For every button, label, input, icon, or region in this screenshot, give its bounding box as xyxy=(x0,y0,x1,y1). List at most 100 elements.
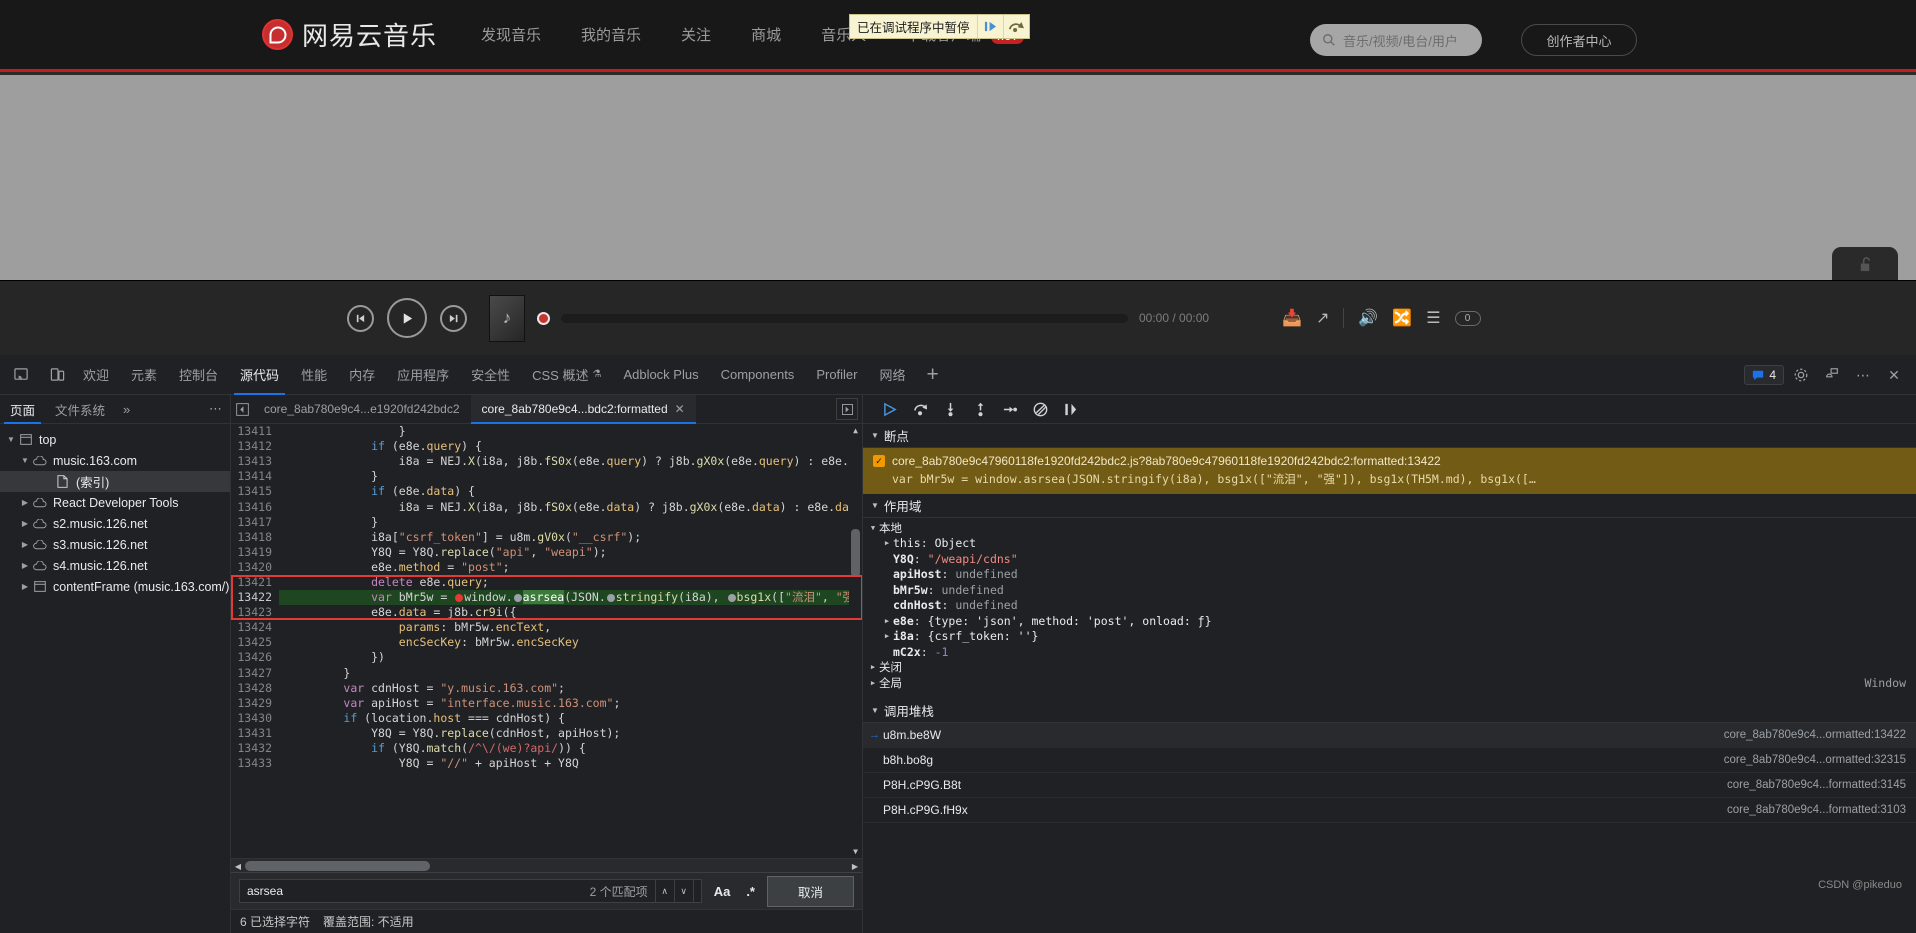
code-editor[interactable]: 13411 } 13412 if (e8e.query) { 13413 i8a… xyxy=(231,424,862,858)
expand-icon[interactable]: ▶ xyxy=(867,663,879,671)
close-tab-icon[interactable]: ✕ xyxy=(675,402,685,416)
line-number[interactable]: 13428 xyxy=(231,680,279,696)
twisty-icon[interactable]: ▼ xyxy=(5,435,17,444)
tab-elements[interactable]: 元素 xyxy=(120,355,168,395)
tab-console[interactable]: 控制台 xyxy=(168,355,229,395)
line-number[interactable]: 13430 xyxy=(231,710,279,726)
tab-memory[interactable]: 内存 xyxy=(338,355,386,395)
deactivate-breakpoints-button[interactable] xyxy=(1027,396,1053,422)
navigator-more-icon[interactable]: ⋯ xyxy=(201,401,230,417)
creator-center-button[interactable]: 创作者中心 xyxy=(1521,24,1637,56)
tab-scroll-left-icon[interactable] xyxy=(231,395,253,424)
more-tabs-icon[interactable] xyxy=(836,398,858,420)
line-number[interactable]: 13424 xyxy=(231,620,279,636)
share-icon[interactable]: ↗ xyxy=(1316,308,1329,328)
expand-icon[interactable]: ▶ xyxy=(881,617,893,625)
scope-row[interactable]: Y8Q: "/weapi/cdns" xyxy=(863,551,1916,567)
find-previous-icon[interactable]: ∧ xyxy=(656,879,675,903)
tree-node-s3[interactable]: ▶ s3.music.126.net xyxy=(0,534,230,555)
line-number[interactable]: 13411 xyxy=(231,424,279,440)
step-button[interactable] xyxy=(997,396,1023,422)
device-toolbar-icon[interactable] xyxy=(42,360,72,390)
tab-css-overview[interactable]: CSS 概述 ⚗ xyxy=(521,355,612,395)
play-button[interactable] xyxy=(387,298,427,338)
line-number[interactable]: 13427 xyxy=(231,665,279,681)
tab-profiler[interactable]: Profiler xyxy=(805,355,868,395)
navigator-overflow-icon[interactable]: » xyxy=(115,402,138,417)
settings-gear-icon[interactable] xyxy=(1787,361,1815,389)
scope-group-local[interactable]: ▼ 本地 xyxy=(863,520,1916,536)
callstack-frame[interactable]: P8H.cP9G.B8t core_8ab780e9c4...formatted… xyxy=(863,773,1916,798)
scope-row[interactable]: ▶ e8e: {type: 'json', method: 'post', on… xyxy=(863,613,1916,629)
line-number[interactable]: 13412 xyxy=(231,439,279,455)
scroll-right-icon[interactable]: ▶ xyxy=(848,859,862,873)
editor-horizontal-scrollbar[interactable]: ◀ ▶ xyxy=(231,858,862,872)
line-number[interactable]: 13417 xyxy=(231,514,279,530)
scope-row[interactable]: mC2x: -1 xyxy=(863,644,1916,660)
callstack-frame[interactable]: b8h.bo8g core_8ab780e9c4...ormatted:3231… xyxy=(863,748,1916,773)
twisty-icon[interactable]: ▶ xyxy=(19,519,31,528)
scope-row[interactable]: ▶ i8a: {csrf_token: ''} xyxy=(863,629,1916,645)
tab-welcome[interactable]: 欢迎 xyxy=(72,355,120,395)
customize-devtools-icon[interactable] xyxy=(1818,361,1846,389)
scroll-down-icon[interactable]: ▼ xyxy=(849,845,862,858)
add-to-playlist-icon[interactable]: 📥 xyxy=(1282,308,1302,328)
step-over-button[interactable] xyxy=(907,396,933,422)
tab-performance[interactable]: 性能 xyxy=(290,355,338,395)
twisty-icon[interactable]: ▶ xyxy=(19,561,31,570)
line-number[interactable]: 13433 xyxy=(231,756,279,772)
more-options-icon[interactable]: ⋯ xyxy=(1849,361,1877,389)
volume-icon[interactable]: 🔊 xyxy=(1358,308,1378,328)
breakpoint-checkbox[interactable]: ✓ xyxy=(873,455,885,467)
line-number[interactable]: 13416 xyxy=(231,499,279,515)
line-number[interactable]: 13423 xyxy=(231,605,279,621)
breakpoint-item[interactable]: ✓ core_8ab780e9c47960118fe1920fd242bdc2.… xyxy=(863,448,1916,494)
tree-node-s2[interactable]: ▶ s2.music.126.net xyxy=(0,513,230,534)
callstack-frame[interactable]: → u8m.be8W core_8ab780e9c4...ormatted:13… xyxy=(863,722,1916,748)
expand-icon[interactable]: ▶ xyxy=(881,539,893,547)
scope-row[interactable]: cdnHost: undefined xyxy=(863,598,1916,614)
callstack-section-header[interactable]: ▼ 调用堆栈 xyxy=(863,698,1916,723)
pause-on-exceptions-button[interactable] xyxy=(1057,396,1083,422)
cancel-button[interactable]: 取消 xyxy=(766,875,854,907)
tab-application[interactable]: 应用程序 xyxy=(386,355,460,395)
breakpoints-section-header[interactable]: ▼ 断点 xyxy=(863,424,1916,448)
line-number[interactable]: 13422 xyxy=(231,590,279,606)
line-number[interactable]: 13425 xyxy=(231,635,279,651)
shuffle-icon[interactable]: 🔀 xyxy=(1392,308,1412,328)
line-number[interactable]: 13420 xyxy=(231,559,279,575)
scroll-up-icon[interactable]: ▲ xyxy=(849,424,862,437)
scroll-thumb[interactable] xyxy=(851,529,860,577)
scroll-thumb-h[interactable] xyxy=(245,861,430,871)
tab-security[interactable]: 安全性 xyxy=(460,355,521,395)
line-number[interactable]: 13421 xyxy=(231,574,279,590)
line-number[interactable]: 13432 xyxy=(231,741,279,757)
twisty-icon[interactable]: ▼ xyxy=(19,456,31,465)
line-number[interactable]: 13413 xyxy=(231,454,279,470)
close-devtools-icon[interactable]: ✕ xyxy=(1880,361,1908,389)
line-number[interactable]: 13418 xyxy=(231,529,279,545)
progress-handle[interactable] xyxy=(537,311,550,325)
previous-track-button[interactable] xyxy=(347,304,374,332)
scope-group-global[interactable]: ▶ 全局 Window xyxy=(863,675,1916,691)
message-count-badge[interactable]: 4 xyxy=(1744,365,1784,385)
find-input[interactable]: asrsea 2 个匹配项 ∧ ∨ xyxy=(239,879,702,903)
step-into-button[interactable] xyxy=(937,396,963,422)
expand-icon[interactable]: ▼ xyxy=(867,524,879,532)
file-tab-original[interactable]: core_8ab780e9c4...e1920fd242bdc2 xyxy=(253,395,471,424)
scope-row[interactable]: bMr5w: undefined xyxy=(863,582,1916,598)
twisty-icon[interactable]: ▶ xyxy=(19,582,31,591)
twisty-icon[interactable]: ▶ xyxy=(19,498,31,507)
navigator-tab-filesystem[interactable]: 文件系统 xyxy=(45,395,115,424)
step-out-button[interactable] xyxy=(967,396,993,422)
tab-network[interactable]: 网络 xyxy=(869,355,917,395)
scope-row[interactable]: apiHost: undefined xyxy=(863,567,1916,583)
navigator-tab-page[interactable]: 页面 xyxy=(0,395,45,424)
inspect-element-icon[interactable] xyxy=(6,360,36,390)
progress-bar[interactable] xyxy=(561,313,1128,323)
album-cover[interactable]: ♪ xyxy=(489,294,525,342)
tree-node-contentframe[interactable]: ▶ contentFrame (music.163.com/) xyxy=(0,576,230,597)
tree-node-s4[interactable]: ▶ s4.music.126.net xyxy=(0,555,230,576)
line-number[interactable]: 13419 xyxy=(231,544,279,560)
playlist-icon[interactable]: ☰ xyxy=(1426,308,1440,328)
